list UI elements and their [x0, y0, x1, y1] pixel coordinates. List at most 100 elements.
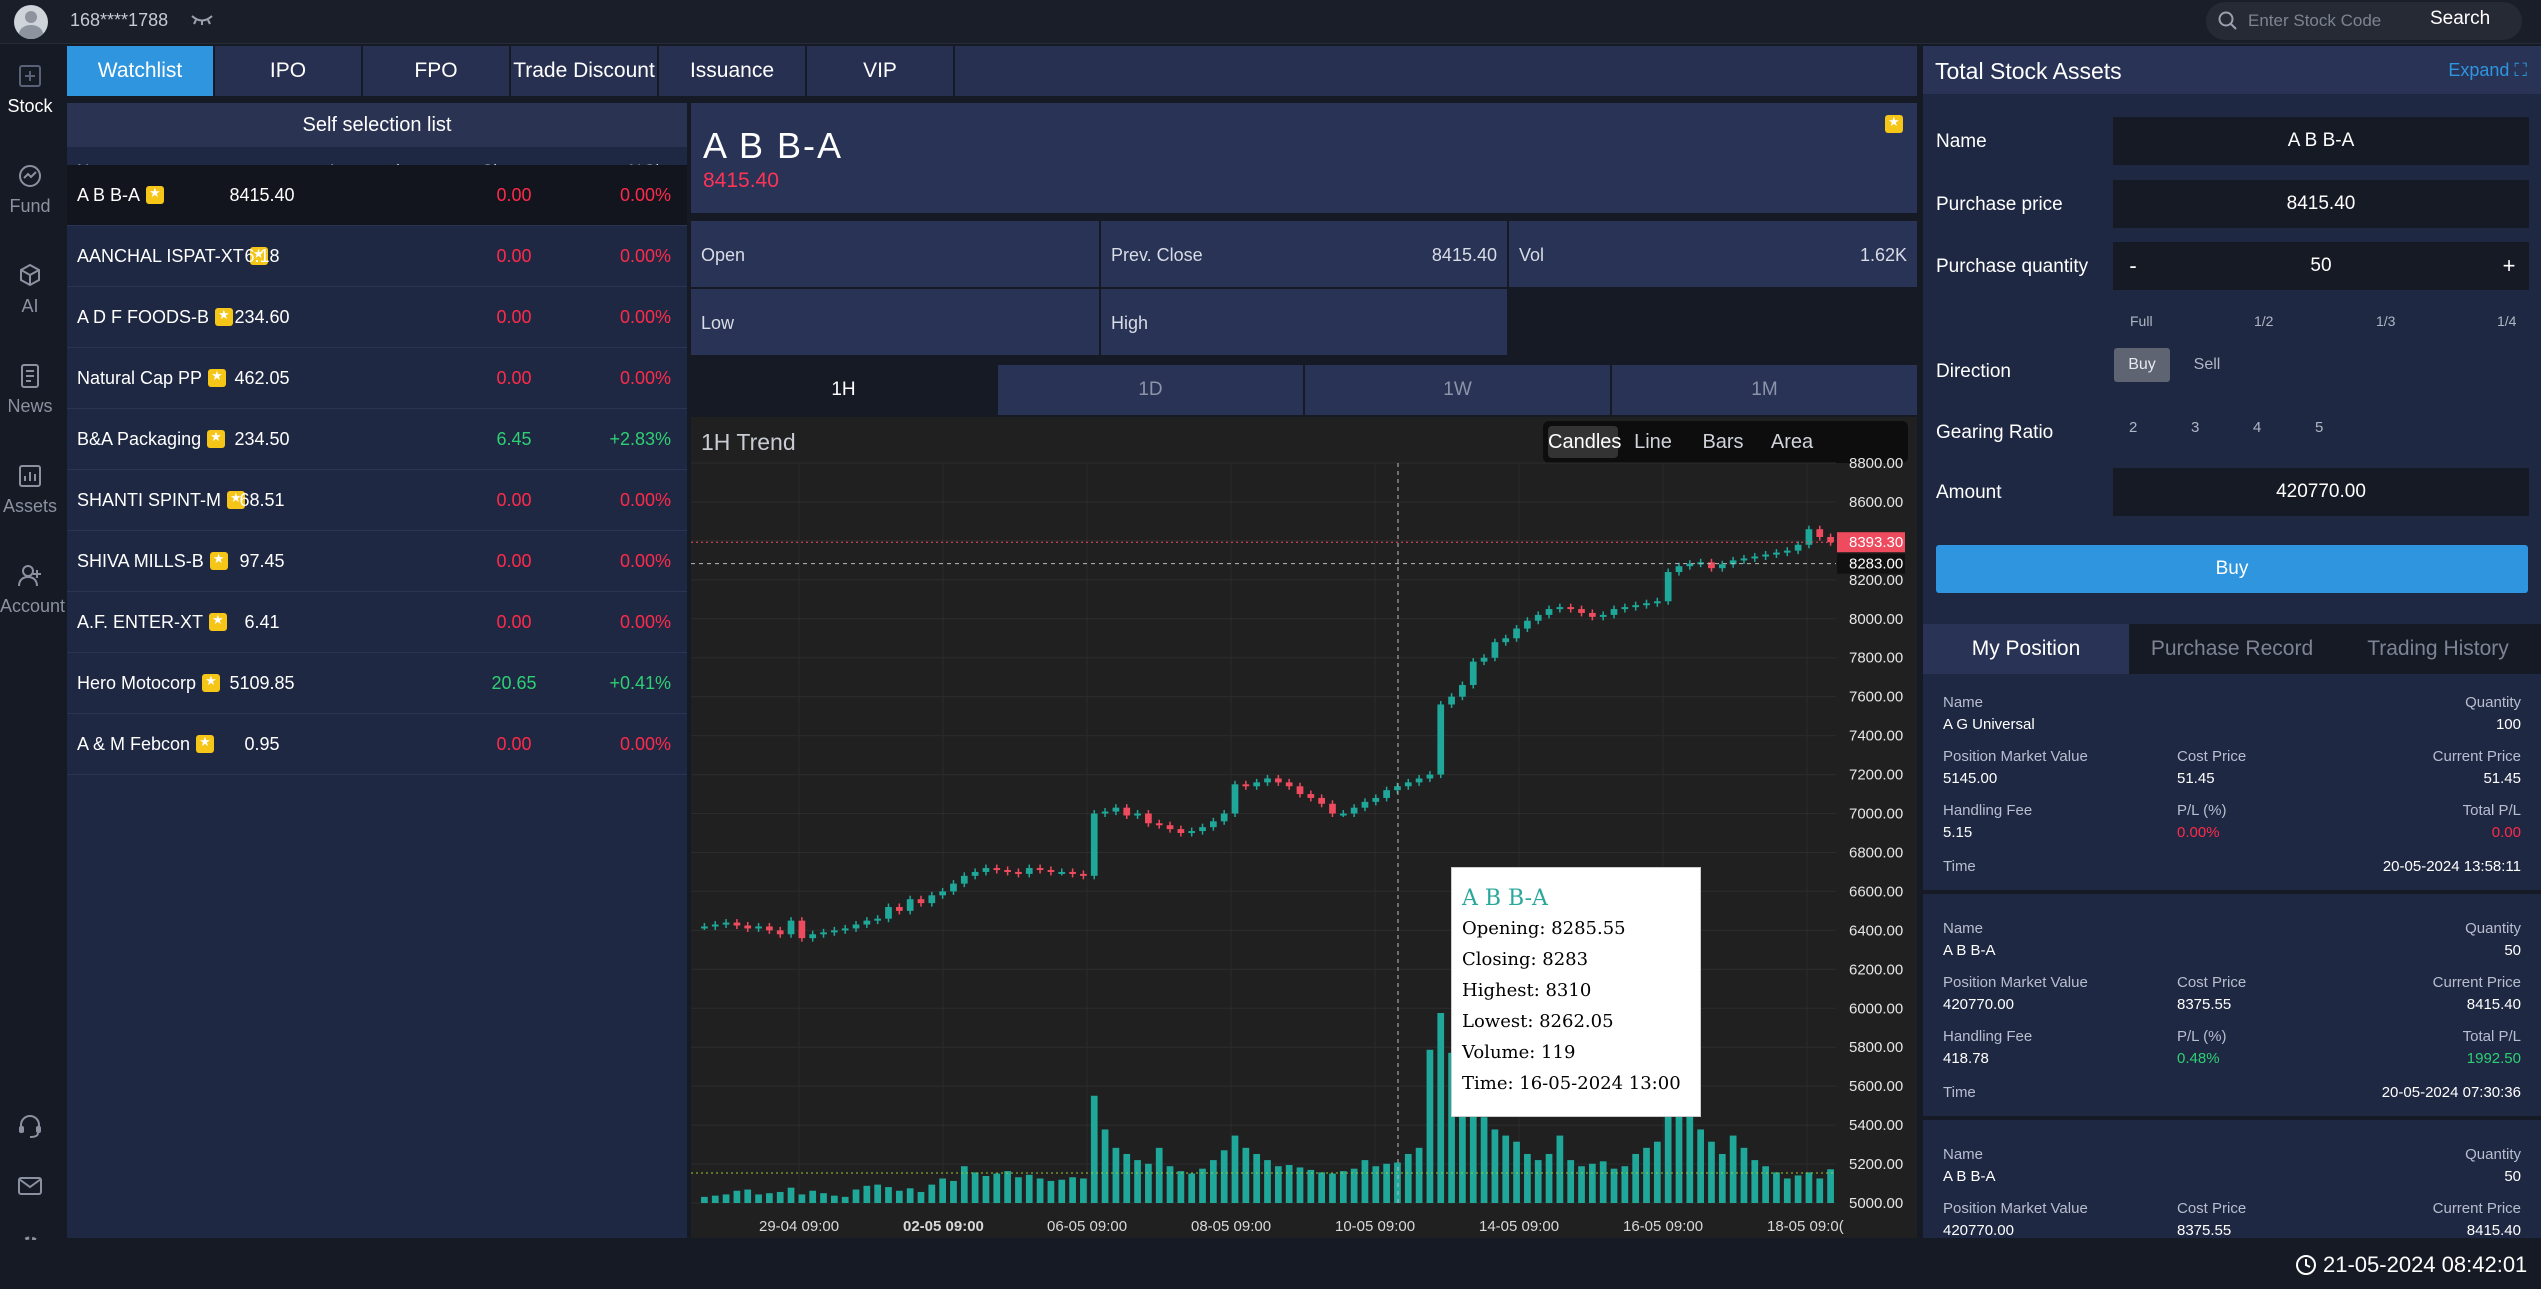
- list-item[interactable]: A B B-A8415.400.000.00%: [67, 165, 687, 226]
- list-item[interactable]: A & M Febcon0.950.000.00%: [67, 714, 687, 775]
- avatar[interactable]: [14, 5, 48, 39]
- plus-button[interactable]: +: [2489, 242, 2529, 290]
- name-label: Name: [1943, 694, 1984, 711]
- list-item[interactable]: A D F FOODS-B234.600.000.00%: [67, 287, 687, 348]
- gear-4[interactable]: 4: [2253, 419, 2261, 436]
- list-item[interactable]: AANCHAL ISPAT-XT6.180.000.00%: [67, 226, 687, 287]
- list-item[interactable]: SHIVA MILLS-B97.450.000.00%: [67, 531, 687, 592]
- latest-price: 5109.85: [229, 673, 295, 693]
- ratio-third[interactable]: 1/3: [2376, 313, 2395, 329]
- gear-3[interactable]: 3: [2191, 419, 2199, 436]
- tab-ipo[interactable]: IPO: [215, 46, 363, 96]
- candle: [1112, 807, 1120, 812]
- expand-button[interactable]: Expand ⛶: [2448, 60, 2527, 81]
- volume-bar: [1567, 1160, 1575, 1203]
- nav-item-ai[interactable]: AI: [0, 248, 60, 328]
- gear-2[interactable]: 2: [2129, 419, 2137, 436]
- direction-sell[interactable]: Sell: [2179, 348, 2235, 382]
- left-nav: Stock Fund AI News Assets Account: [0, 44, 65, 1289]
- list-item[interactable]: Hero Motocorp5109.8520.65+0.41%: [67, 653, 687, 714]
- tab-vip[interactable]: VIP: [807, 46, 955, 96]
- position-card[interactable]: Name Quantity A G Universal 100 Position Mar…: [1923, 676, 2541, 894]
- volume-bar: [928, 1184, 936, 1203]
- volume-bar: [711, 1195, 719, 1203]
- candle: [1394, 786, 1401, 791]
- assets-header: Total Stock Assets Expand ⛶: [1923, 46, 2541, 94]
- candle: [1415, 778, 1423, 783]
- period-tab-1m[interactable]: 1M: [1612, 365, 1917, 415]
- tab-watchlist[interactable]: Watchlist: [67, 46, 215, 96]
- direction-buy[interactable]: Buy: [2114, 348, 2170, 382]
- y-tick-label: 5400.00: [1849, 1117, 1903, 1134]
- x-tick-label: 02-05 09:00: [903, 1218, 984, 1235]
- stock-detail: A B B-A 8415.40 Open Prev. Close8415.40 …: [691, 103, 1917, 1238]
- candle: [960, 875, 968, 884]
- y-tick-label: 6400.00: [1849, 922, 1903, 939]
- chg: 0.00: [496, 307, 532, 327]
- position-list[interactable]: Name Quantity A G Universal 100 Position Mar…: [1923, 676, 2541, 1238]
- candle: [1599, 614, 1607, 617]
- purchase-price-field[interactable]: 8415.40: [2113, 180, 2529, 228]
- quantity-value[interactable]: 50: [2310, 255, 2331, 276]
- position-card[interactable]: Name Quantity A B B-A 50 Position Market Val…: [1923, 1128, 2541, 1238]
- cost-price-label: Cost Price: [2177, 748, 2247, 765]
- candle: [1339, 813, 1347, 816]
- candle: [1437, 704, 1445, 775]
- volume-bar: [1751, 1160, 1759, 1203]
- y-tick-label: 6600.00: [1849, 883, 1903, 900]
- pl-pct: 0.00%: [2177, 824, 2220, 841]
- pct-chg: 0.00%: [619, 368, 671, 388]
- search-input[interactable]: [2248, 10, 2428, 32]
- search-button[interactable]: Search: [2430, 8, 2490, 30]
- candle: [1318, 797, 1325, 804]
- support-icon[interactable]: [16, 1112, 44, 1140]
- name-label: Name: [1943, 1146, 1984, 1163]
- mail-icon[interactable]: [16, 1172, 44, 1200]
- list-item[interactable]: Natural Cap PP462.050.000.00%: [67, 348, 687, 409]
- period-tab-1h[interactable]: 1H: [691, 365, 996, 415]
- ratio-full[interactable]: Full: [2130, 313, 2153, 329]
- position-card[interactable]: Name Quantity A B B-A 50 Position Market Val…: [1923, 902, 2541, 1120]
- nav-item-account[interactable]: Account: [0, 548, 65, 628]
- candle: [1632, 605, 1640, 608]
- candle: [1036, 868, 1044, 871]
- tab-trade-discount[interactable]: Trade Discount: [511, 46, 659, 96]
- volume-bar: [1513, 1141, 1520, 1203]
- volume-bar: [960, 1166, 968, 1203]
- tab-issuance[interactable]: Issuance: [659, 46, 807, 96]
- quantity-stepper: - 50 +: [2113, 242, 2529, 290]
- tab-fpo[interactable]: FPO: [363, 46, 511, 96]
- volume-bar: [1827, 1169, 1834, 1203]
- nav-item-assets[interactable]: Assets: [0, 448, 60, 528]
- volume-bar: [1773, 1172, 1780, 1203]
- tab-purchase-record[interactable]: Purchase Record: [2129, 624, 2335, 674]
- nav-item-news[interactable]: News: [0, 348, 60, 428]
- period-tab-1w[interactable]: 1W: [1305, 365, 1610, 415]
- tab-my-position[interactable]: My Position: [1923, 624, 2129, 674]
- candle: [831, 930, 838, 933]
- favorite-star-icon[interactable]: [1885, 114, 1903, 133]
- volume-bar: [1621, 1166, 1629, 1203]
- buy-button[interactable]: Buy: [1936, 545, 2528, 593]
- tab-trading-history[interactable]: Trading History: [2335, 624, 2541, 674]
- candle: [1740, 558, 1748, 561]
- minus-button[interactable]: -: [2113, 242, 2153, 290]
- nav-item-stock[interactable]: Stock: [0, 48, 60, 128]
- period-tab-1d[interactable]: 1D: [998, 365, 1303, 415]
- list-item[interactable]: B&A Packaging234.506.45+2.83%: [67, 409, 687, 470]
- list-item[interactable]: A.F. ENTER-XT6.410.000.00%: [67, 592, 687, 653]
- volume-bar: [1480, 1117, 1488, 1203]
- y-tick-label: 5000.00: [1849, 1195, 1903, 1212]
- ratio-half[interactable]: 1/2: [2254, 313, 2273, 329]
- latest-price: 6.41: [244, 612, 280, 632]
- eye-off-icon[interactable]: [190, 13, 214, 27]
- candle: [1718, 564, 1726, 569]
- list-item[interactable]: SHANTI SPINT-M68.510.000.00%: [67, 470, 687, 531]
- pl-pct: 0.48%: [2177, 1050, 2220, 1067]
- ratio-quarter[interactable]: 1/4: [2497, 313, 2516, 329]
- gear-5[interactable]: 5: [2315, 419, 2323, 436]
- nav-item-fund[interactable]: Fund: [0, 148, 60, 228]
- candlestick-chart[interactable]: 8800.008600.008400.008200.008000.007800.…: [691, 417, 1917, 1238]
- volume-bar: [1264, 1160, 1271, 1203]
- candle: [1199, 827, 1206, 832]
